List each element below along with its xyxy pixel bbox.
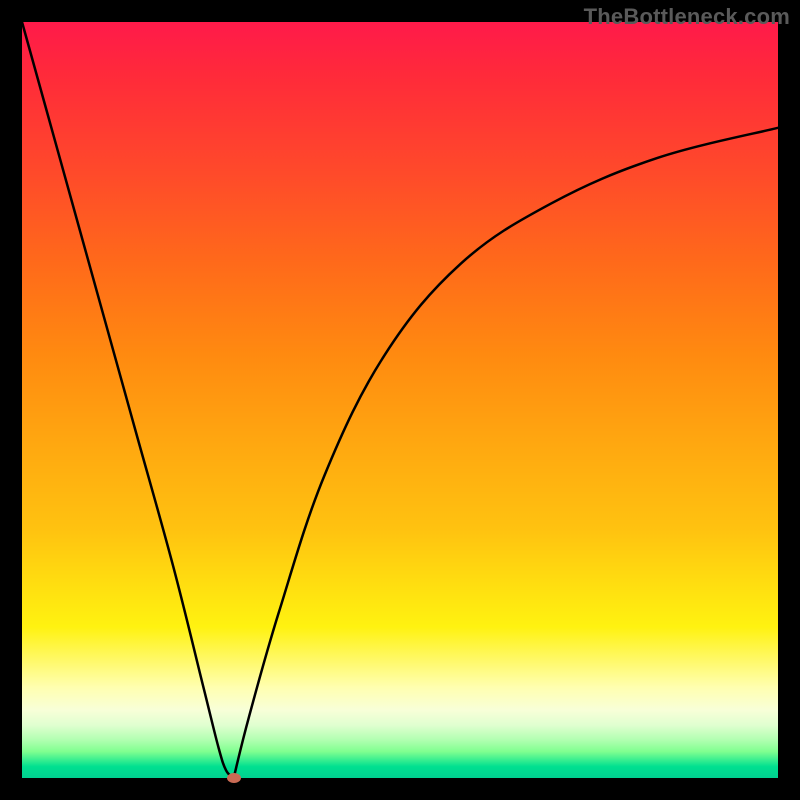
optimal-point-marker: [227, 773, 241, 783]
chart-frame: TheBottleneck.com: [0, 0, 800, 800]
bottleneck-curve: [22, 22, 778, 778]
watermark-text: TheBottleneck.com: [584, 4, 790, 30]
curve-left-branch: [22, 22, 234, 778]
curve-right-branch: [234, 128, 778, 778]
